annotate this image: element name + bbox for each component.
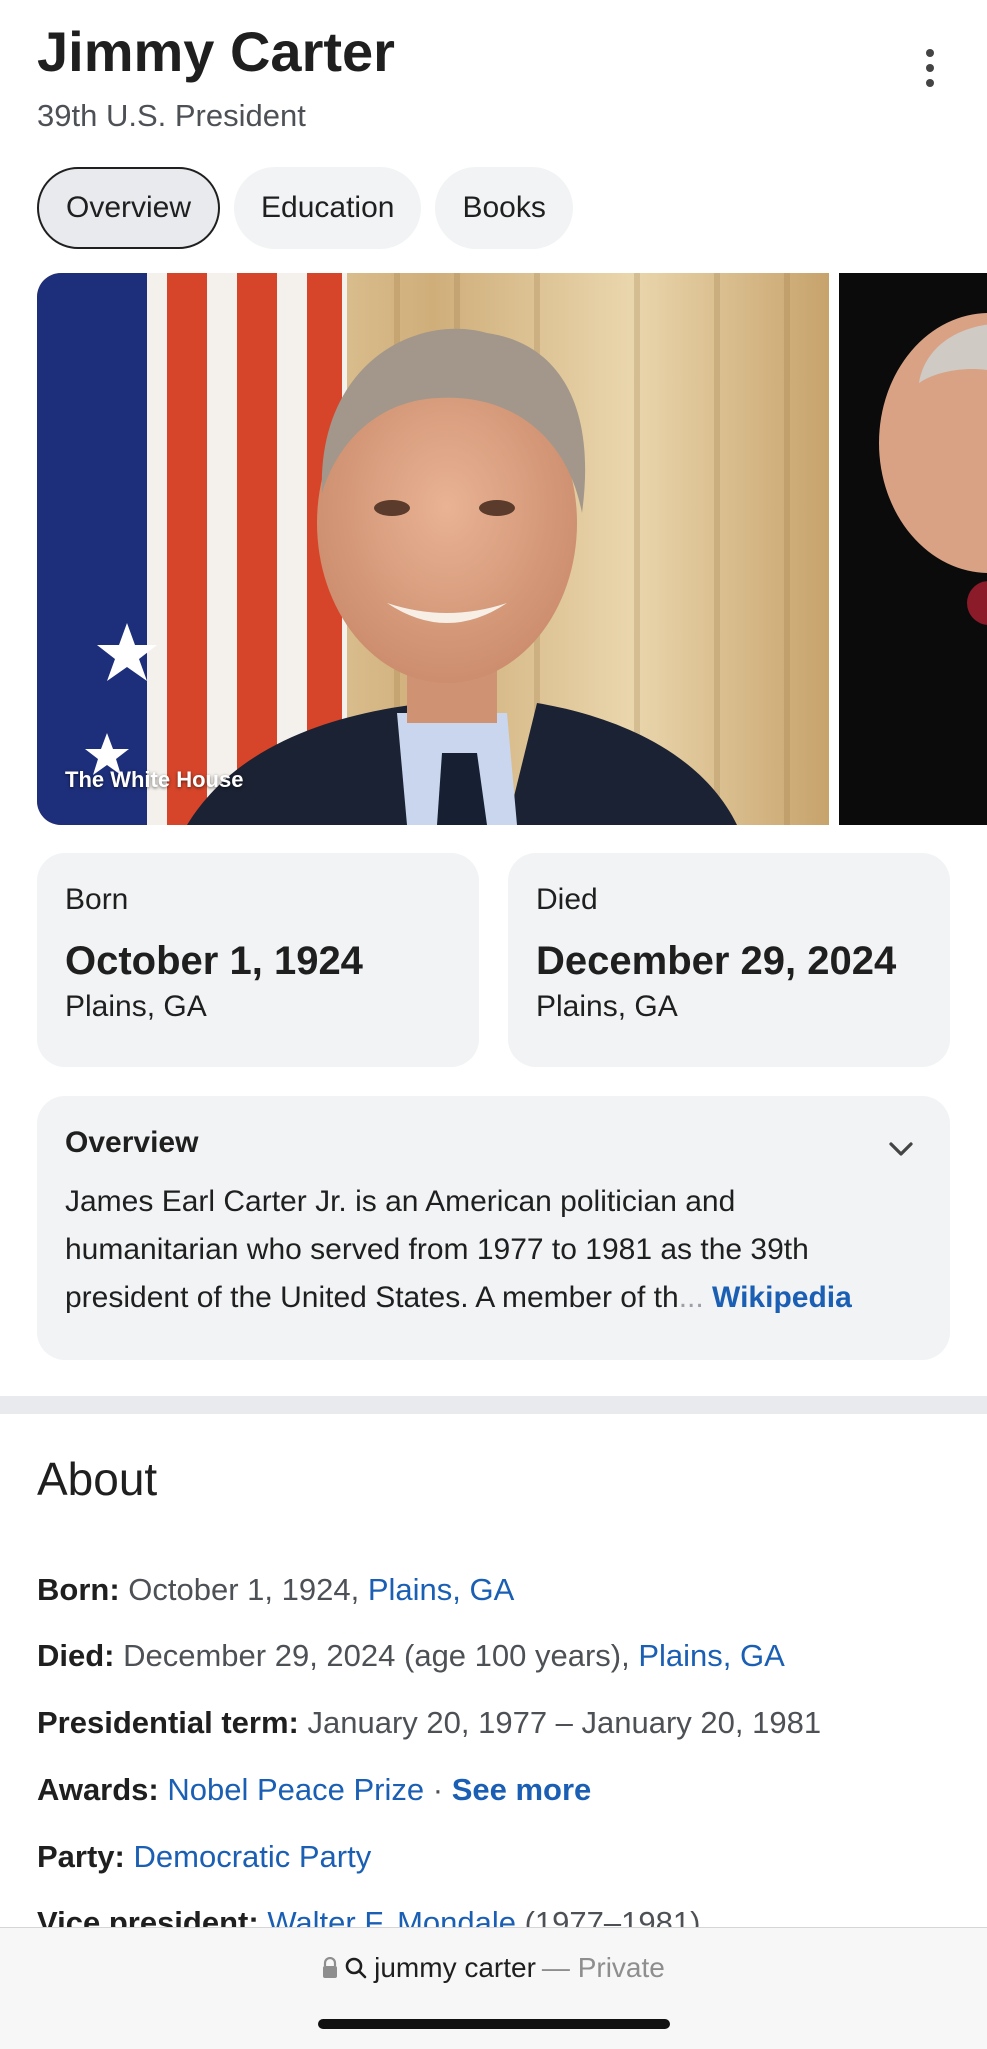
about-died-value: December 29, 2024 (age 100 years), (114, 1638, 639, 1673)
died-card[interactable]: Died December 29, 2024 Plains, GA (508, 853, 950, 1067)
died-date: December 29, 2024 (536, 939, 897, 983)
overview-card: Overview James Earl Carter Jr. is an Ame… (37, 1096, 950, 1360)
home-indicator[interactable] (318, 2019, 670, 2029)
main-portrait-image[interactable]: The White House (37, 273, 829, 825)
overview-line-1: James Earl Carter Jr. is an American pol… (65, 1185, 736, 1218)
overview-ellipsis: ... (678, 1281, 704, 1314)
born-card[interactable]: Born October 1, 1924 Plains, GA (37, 853, 479, 1067)
more-options-icon[interactable] (910, 38, 950, 98)
about-party-label: Party: (37, 1839, 125, 1874)
awards-separator: · (424, 1772, 452, 1807)
search-query: jummy carter (374, 1952, 536, 1983)
born-label: Born (65, 883, 129, 916)
about-born-value: October 1, 1924, (119, 1572, 368, 1607)
tab-bar: Overview Education Books (37, 167, 573, 249)
tab-education[interactable]: Education (234, 167, 422, 249)
search-icon (345, 1957, 367, 1979)
chevron-down-icon[interactable] (886, 1134, 916, 1164)
wikipedia-link[interactable]: Wikipedia (712, 1281, 852, 1314)
page-title: Jimmy Carter (37, 20, 395, 83)
overview-heading: Overview (65, 1126, 199, 1159)
overview-line-2: humanitarian who served from 1977 to 198… (65, 1233, 809, 1266)
about-awards-row: Awards: Nobel Peace Prize · See more (37, 1772, 591, 1808)
about-heading: About (37, 1453, 158, 1505)
born-place: Plains, GA (65, 990, 207, 1023)
about-term-row: Presidential term: January 20, 1977 – Ja… (37, 1705, 821, 1741)
tab-overview[interactable]: Overview (37, 167, 221, 249)
about-party-row: Party: Democratic Party (37, 1839, 371, 1875)
about-born-row: Born: October 1, 1924, Plains, GA (37, 1572, 514, 1608)
party-link[interactable]: Democratic Party (134, 1839, 372, 1874)
born-date: October 1, 1924 (65, 939, 363, 983)
about-term-label: Presidential term: (37, 1705, 299, 1740)
about-awards-label: Awards: (37, 1772, 159, 1807)
image-credit: The White House (65, 767, 244, 792)
overview-description: James Earl Carter Jr. is an American pol… (65, 1178, 922, 1322)
image-gallery[interactable]: The White House (37, 273, 987, 825)
portrait-illustration (37, 273, 829, 825)
died-place: Plains, GA (536, 990, 678, 1023)
url-row[interactable]: jummy carter — Private (0, 1952, 987, 1984)
see-more-link[interactable]: See more (452, 1772, 592, 1807)
tab-books[interactable]: Books (435, 167, 573, 249)
about-born-label: Born: (37, 1572, 120, 1607)
secondary-portrait-image[interactable] (839, 273, 987, 825)
overview-line-3: president of the United States. A member… (65, 1274, 922, 1322)
about-term-value: January 20, 1977 – January 20, 1981 (298, 1705, 822, 1740)
section-divider (0, 1396, 987, 1414)
knowledge-panel-header: Jimmy Carter 39th U.S. President (37, 12, 950, 134)
about-born-place-link[interactable]: Plains, GA (368, 1572, 514, 1607)
overview-line-3-text: president of the United States. A member… (65, 1281, 679, 1314)
page-subtitle: 39th U.S. President (37, 98, 306, 133)
died-label: Died (536, 883, 598, 916)
about-died-place-link[interactable]: Plains, GA (638, 1638, 784, 1673)
secondary-illustration (839, 273, 987, 825)
about-died-label: Died: (37, 1638, 115, 1673)
nobel-prize-link[interactable]: Nobel Peace Prize (167, 1772, 424, 1807)
lock-icon (323, 1957, 338, 1978)
browser-address-bar[interactable]: jummy carter — Private (0, 1927, 987, 2049)
private-mode-label: — Private (541, 1952, 665, 1983)
about-died-row: Died: December 29, 2024 (age 100 years),… (37, 1638, 785, 1674)
